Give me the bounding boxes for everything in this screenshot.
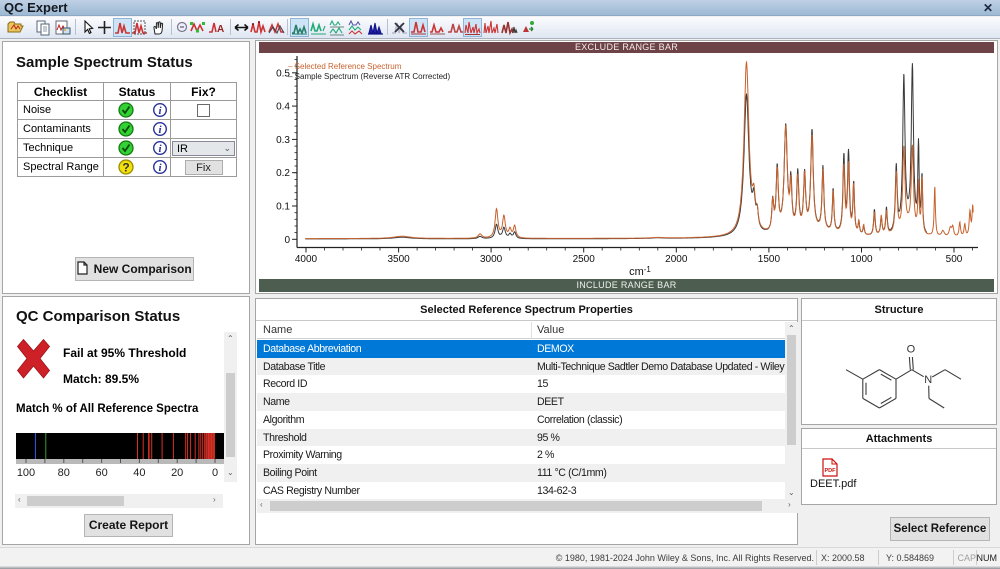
svg-text:500: 500 bbox=[946, 254, 963, 265]
svg-text:20: 20 bbox=[171, 467, 183, 479]
svg-text:1000: 1000 bbox=[850, 254, 873, 265]
svg-text:2500: 2500 bbox=[573, 254, 596, 265]
svg-text:PDF: PDF bbox=[825, 468, 837, 474]
svg-text:– Selected Reference Spectrum: – Selected Reference Spectrum bbox=[288, 62, 402, 71]
svg-text:?: ? bbox=[122, 161, 129, 175]
svg-text:1500: 1500 bbox=[758, 254, 781, 265]
svg-text:100: 100 bbox=[17, 467, 35, 479]
svg-text:40: 40 bbox=[133, 467, 145, 479]
svg-text:0.4: 0.4 bbox=[276, 102, 290, 113]
svg-text:O: O bbox=[907, 344, 916, 356]
svg-text:0.3: 0.3 bbox=[276, 135, 290, 146]
svg-text:4000: 4000 bbox=[295, 254, 318, 265]
svg-text:0.1: 0.1 bbox=[276, 202, 290, 213]
svg-text:N: N bbox=[924, 374, 932, 386]
svg-text:3000: 3000 bbox=[480, 254, 503, 265]
svg-text:80: 80 bbox=[58, 467, 70, 479]
svg-text:0: 0 bbox=[284, 235, 290, 246]
svg-text:60: 60 bbox=[95, 467, 107, 479]
svg-text:2000: 2000 bbox=[665, 254, 688, 265]
svg-text:A: A bbox=[217, 24, 224, 35]
svg-text:0: 0 bbox=[212, 467, 218, 479]
svg-text:– Sample Spectrum (Reverse ATR: – Sample Spectrum (Reverse ATR Corrected… bbox=[288, 72, 450, 81]
svg-text:cm-1: cm-1 bbox=[629, 265, 651, 278]
svg-text:3500: 3500 bbox=[387, 254, 410, 265]
svg-text:0.2: 0.2 bbox=[276, 168, 290, 179]
